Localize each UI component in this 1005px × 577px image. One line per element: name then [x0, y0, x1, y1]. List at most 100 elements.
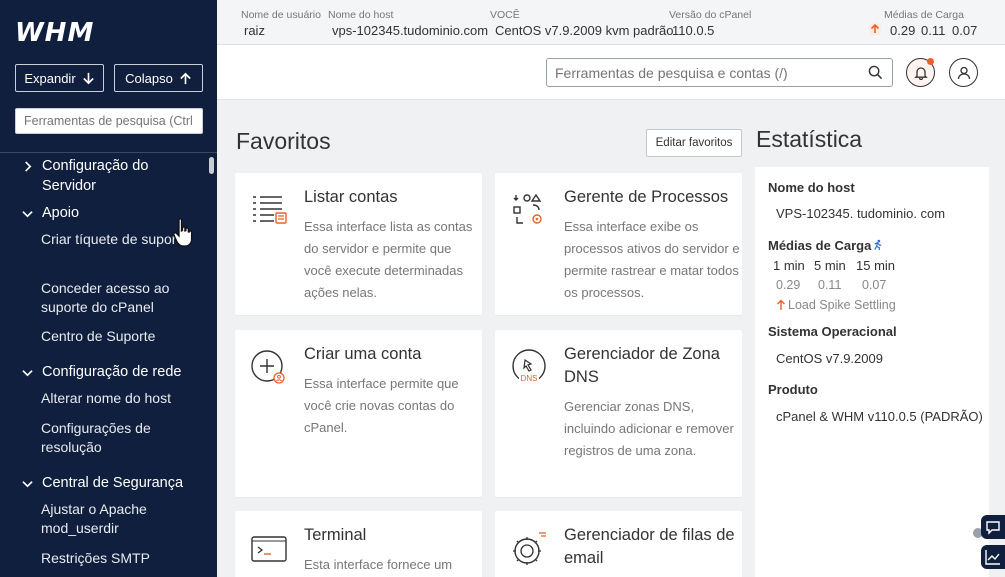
load-value-15: 0.07 [952, 23, 978, 38]
statistics-panel: Nome do host VPS-102345. tudominio. com … [755, 167, 989, 577]
stat-load-label: Médias de Carga [768, 238, 872, 253]
arrow-down-icon [82, 72, 94, 84]
favorite-card-create-account[interactable]: Criar uma conta Essa interface permite q… [235, 330, 482, 497]
card-title: Criar uma conta [304, 345, 422, 363]
running-icon [874, 239, 882, 251]
load-header-1min: 1 min [773, 258, 805, 273]
create-account-icon [251, 350, 285, 384]
edit-favorites-button[interactable]: Editar favoritos [646, 129, 742, 157]
search-icon[interactable] [868, 65, 883, 80]
sidebar-category-server-config[interactable]: Configuração do Servidor [22, 156, 152, 196]
statistics-title: Estatística [756, 126, 863, 152]
collapse-button[interactable]: Colapso [114, 64, 203, 92]
user-icon [957, 66, 970, 79]
analytics-widget-button[interactable] [981, 545, 1005, 569]
favorites-title: Favoritos [236, 128, 331, 154]
cpanel-version-label: Versão do cPanel [669, 9, 752, 21]
list-accounts-icon [253, 196, 287, 224]
os-value: CentOS v7.9.2009 kvm padrão [495, 23, 674, 38]
whm-logo[interactable]: WHM [15, 18, 94, 48]
card-description: Gerenciar zonas DNS, incluindo adicionar… [564, 399, 734, 458]
bell-icon [913, 67, 928, 80]
sidebar-item-resolver-config[interactable]: Configurações de resolução [41, 419, 191, 457]
sidebar-search-input[interactable] [15, 108, 203, 134]
username-value: raiz [244, 23, 265, 38]
stat-product-label: Produto [768, 382, 818, 397]
load-spike-text: Load Spike Settling [788, 298, 896, 312]
sidebar-item-apache-userdir[interactable]: Ajustar o Apache mod_userdir [41, 500, 191, 538]
mail-queue-icon [513, 532, 546, 565]
load-header-15min: 15 min [856, 258, 896, 273]
sidebar-category-label: Configuração do Servidor [42, 158, 149, 194]
chat-icon [986, 521, 1000, 535]
card-description: Essa interface permite que você crie nov… [304, 376, 459, 435]
favorite-card-dns-zone[interactable]: DNS Gerenciador de Zona DNS Gerenciar zo… [495, 330, 742, 497]
card-description: Essa interface exibe os processos ativos… [564, 219, 740, 300]
sidebar-category-label: Apoio [42, 205, 80, 221]
sidebar-category-network[interactable]: Configuração de rede [22, 362, 181, 382]
favorite-card-list-accounts[interactable]: Listar contas Essa interface lista as co… [235, 173, 482, 315]
user-menu-button[interactable] [949, 58, 978, 87]
sidebar-item-smtp-restrictions[interactable]: Restrições SMTP [41, 549, 191, 568]
card-title: Listar contas [304, 188, 398, 206]
load-header-5min: 5 min [814, 258, 846, 273]
load-value-5: 0.11 [921, 23, 946, 38]
server-info-bar: Nome de usuário raiz Nome do host vps-10… [217, 0, 1005, 45]
arrow-up-icon [180, 72, 191, 84]
sidebar-item-grant-access[interactable]: Conceder acesso ao suporte do cPanel [41, 279, 191, 317]
card-description: Essa interface lista as contas do servid… [304, 219, 473, 300]
chevron-down-icon [22, 211, 33, 218]
card-title: Terminal [304, 526, 367, 544]
chevron-down-icon [22, 481, 33, 488]
sidebar-item-support-center[interactable]: Centro de Suporte [41, 327, 191, 346]
expand-button[interactable]: Expandir [15, 64, 104, 92]
load-value-5min: 0.11 [818, 278, 842, 292]
stat-hostname-value: VPS-102345. tudominio. com [776, 206, 946, 221]
load-value-1min: 0.29 [776, 278, 801, 292]
cpanel-version-value: 110.0.5 [672, 23, 715, 38]
dns-icon: DNS [512, 349, 546, 383]
hostname-value: vps-102345.tudominio.com [332, 23, 489, 38]
chat-widget-button[interactable] [981, 515, 1005, 539]
process-manager-icon [513, 193, 542, 224]
sidebar-scrollbar[interactable] [209, 157, 214, 174]
sidebar-category-label: Configuração de rede [42, 364, 182, 380]
sidebar: WHM Expandir Colapso Configuração do Ser… [0, 0, 217, 577]
load-averages-label: Médias de Carga [884, 9, 964, 21]
collapse-label: Colapso [125, 70, 173, 86]
load-value-15min: 0.07 [862, 278, 887, 292]
favorite-card-mail-queue[interactable]: Gerenciador de filas de email [495, 511, 742, 577]
favorite-card-terminal[interactable]: Terminal Esta interface fornece um [235, 511, 482, 577]
svg-text:DNS: DNS [521, 374, 538, 383]
os-label: VOCÊ [490, 9, 520, 21]
load-spike-status: Load Spike Settling [776, 298, 896, 312]
chevron-right-icon [25, 161, 32, 172]
search-input[interactable] [546, 58, 893, 87]
sidebar-item-change-hostname[interactable]: Alterar nome do host [41, 389, 191, 408]
sidebar-divider [0, 152, 217, 153]
card-description: Esta interface fornece um [304, 557, 453, 572]
sidebar-category-support[interactable]: Apoio [22, 203, 79, 223]
expand-label: Expandir [24, 70, 76, 86]
chevron-down-icon [22, 370, 33, 377]
card-title: Gerente de Processos [564, 188, 729, 206]
username-label: Nome de usuário [241, 9, 321, 21]
stat-hostname-label: Nome do host [768, 180, 855, 195]
stat-os-label: Sistema Operacional [768, 324, 897, 339]
load-value-1: 0.29 [890, 23, 916, 38]
line-chart-icon [985, 550, 1000, 565]
hostname-label: Nome do host [328, 9, 394, 21]
notification-badge [927, 58, 934, 65]
hand-cursor-icon [173, 218, 193, 247]
card-title: Gerenciador de Zona DNS [564, 345, 720, 386]
stat-os-value: CentOS v7.9.2009 [776, 351, 883, 366]
sidebar-category-label: Central de Segurança [42, 475, 184, 491]
header [217, 45, 1005, 100]
favorite-card-process-manager[interactable]: Gerente de Processos Essa interface exib… [495, 173, 742, 315]
terminal-icon [251, 536, 287, 562]
card-title: Gerenciador de filas de email [564, 526, 735, 567]
stat-product-value: cPanel & WHM v110.0.5 (PADRÃO) [776, 409, 983, 424]
sidebar-item-create-ticket[interactable]: Criar tíquete de suporte [41, 230, 191, 249]
sidebar-category-security[interactable]: Central de Segurança [22, 473, 183, 493]
arrow-up-icon [777, 299, 785, 310]
